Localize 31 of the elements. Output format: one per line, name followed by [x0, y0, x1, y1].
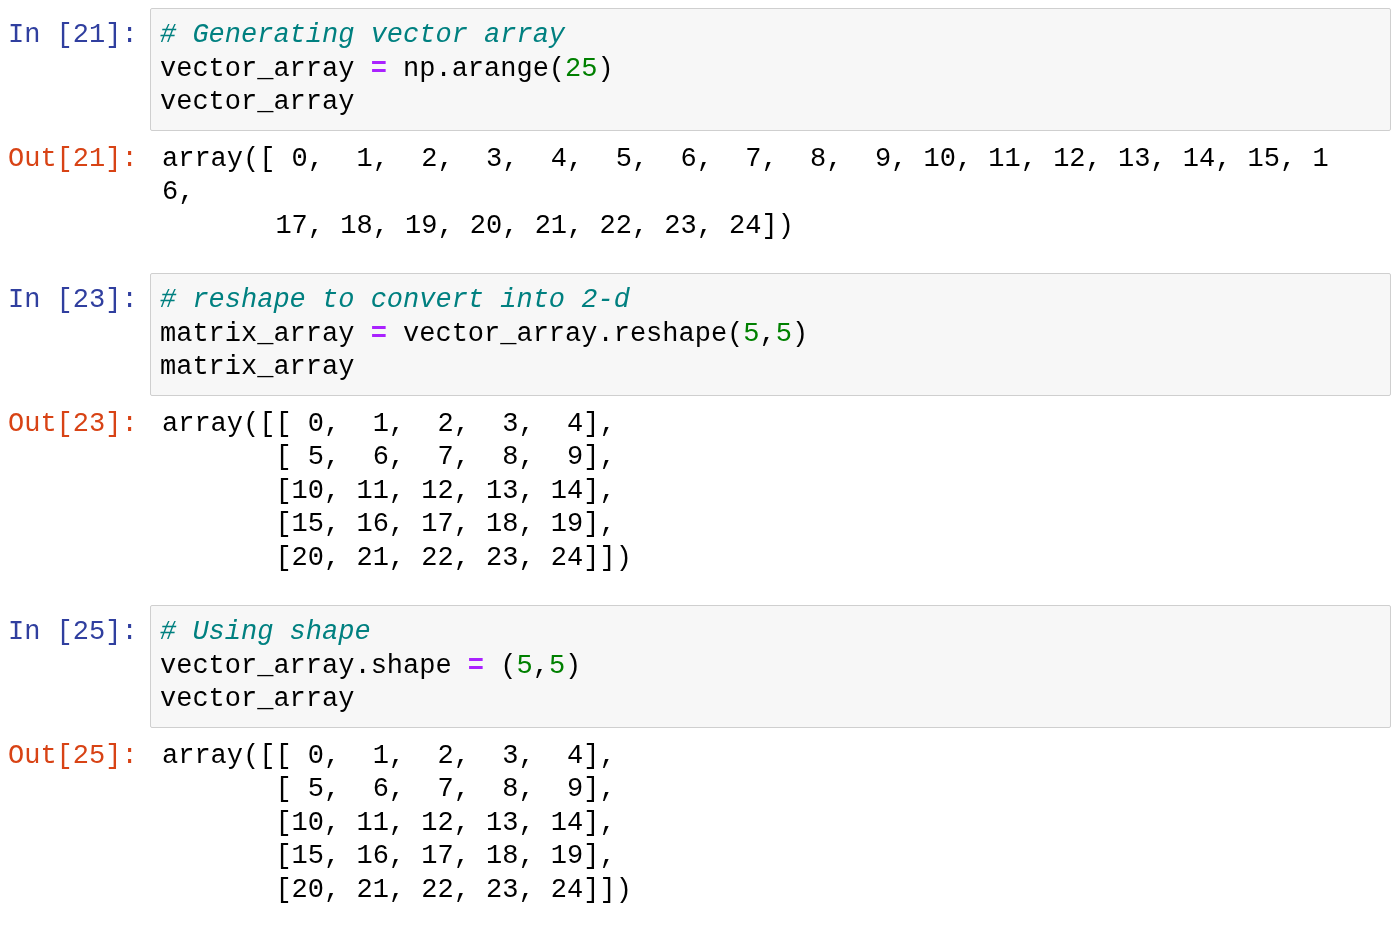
output-prompt: Out[25]: — [8, 739, 139, 773]
code-line: # Using shape — [160, 616, 371, 649]
output-line: [10, 11, 12, 13, 14], — [274, 806, 616, 840]
input-prompt: In [25]: — [8, 616, 139, 649]
output-line: array([[ 0, 1, 2, 3, 4], — [162, 739, 616, 773]
output-line: [15, 16, 17, 18, 19], — [274, 508, 616, 541]
output-line: [20, 21, 22, 23, 24]]) — [274, 541, 632, 575]
output-prompt: Out[23]: — [8, 407, 139, 441]
output-line: [20, 21, 22, 23, 24]]) — [274, 873, 632, 907]
output-line: [ 5, 6, 7, 8, 9], — [274, 773, 616, 806]
code-line: # reshape to convert into 2-d — [160, 284, 630, 317]
code-input-cell[interactable]: # reshape to convert into 2-d matrix_array = vector_array.reshape(5,5) matrix_array — [150, 273, 1391, 396]
output-line: [10, 11, 12, 13, 14], — [274, 474, 616, 508]
output-line: [15, 16, 17, 18, 19], — [274, 840, 616, 873]
code-line: matrix_array — [160, 351, 355, 384]
output-line: array([[ 0, 1, 2, 3, 4], — [162, 407, 616, 441]
output-prompt: Out[21]: — [8, 142, 139, 176]
output-line: [ 5, 6, 7, 8, 9], — [274, 441, 616, 474]
code-line: vector_array — [160, 683, 355, 716]
code-input-cell[interactable]: # Generating vector array vector_array = np.arange(25) vector_array — [150, 8, 1391, 131]
output-line: 6, — [162, 176, 195, 209]
output-line: array([ 0, 1, 2, 3, 4, 5, 6, 7, 8, 9, 10, 11, 12, 13, 14, 15, 1 — [162, 142, 1329, 176]
output-line: 17, 18, 19, 20, 21, 22, 23, 24]) — [274, 209, 794, 243]
code-line: vector_array — [160, 86, 355, 119]
input-prompt: In [21]: — [8, 19, 139, 52]
input-prompt: In [23]: — [8, 284, 139, 317]
code-line: matrix_array = vector_array.reshape(5,5) — [160, 317, 809, 351]
code-line: # Generating vector array — [160, 19, 566, 52]
code-line: vector_array.shape = (5,5) — [160, 649, 582, 683]
code-line: vector_array = np.arange(25) — [160, 52, 614, 86]
code-input-cell[interactable]: # Using shape vector_array.shape = (5,5) vector_array — [150, 605, 1391, 728]
